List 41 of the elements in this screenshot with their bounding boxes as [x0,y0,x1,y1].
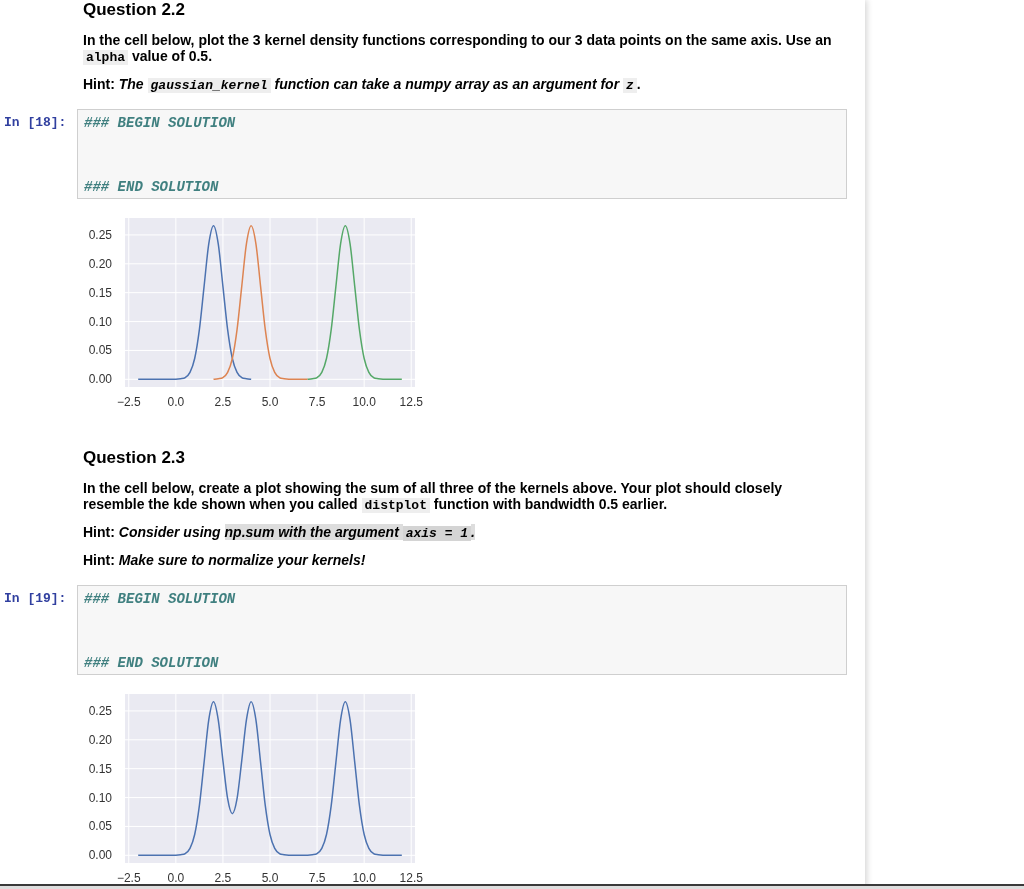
axis-tick-label: 12.5 [399,395,423,409]
axis-tick-label: 0.05 [88,343,112,358]
axis-tick-label: 0.05 [88,819,112,834]
paragraph-text: Hint: Make sure to normalize your kernels! [83,552,367,568]
paragraph-text: Hint: Consider using np.sum with the argument axis = 1 . [83,524,476,540]
axis-tick-label: 5.0 [261,871,279,885]
axis-tick-label: 7.5 [308,395,326,409]
axis-tick-label: 0.0 [167,871,185,885]
code-comment: ### END SOLUTION [84,178,219,197]
axis-tick-label: 7.5 [308,871,326,885]
axis-tick-label: 0.00 [88,848,112,863]
axis-tick-label: 0.10 [88,314,112,329]
axis-tick-label: 0.10 [88,790,112,805]
axis-tick-label: 0.20 [88,256,112,271]
axis-tick-label: 12.5 [399,871,423,885]
cell-prompt: In [19]: [3,590,68,607]
cell-prompt: In [18]: [3,114,68,131]
paragraph-text: In the cell below, create a plot showing the sum of all three of the kernels above. Your plot should closely resemble the kde shown when you called distplot function with bandwidth 0.5 earlier. [83,480,784,512]
axis-tick-label: 0.0 [167,395,185,409]
axis-tick-label: 10.0 [352,395,376,409]
code-editor[interactable]: ### BEGIN SOLUTION ### END SOLUTION [77,585,847,675]
question-heading: Question 2.2 [83,0,187,20]
axis-tick-label: 0.00 [88,372,112,387]
code-comment: ### BEGIN SOLUTION [84,114,236,133]
axis-tick-label: 5.0 [261,395,279,409]
axis-tick-label: 0.20 [88,732,112,747]
question-heading: Question 2.3 [83,448,187,468]
paragraph-text: In the cell below, plot the 3 kernel density functions corresponding to our 3 data points on the same axis. Use an alpha value of 0.5. [83,32,833,64]
axis-tick-label: 0.15 [88,285,112,300]
code-editor[interactable]: ### BEGIN SOLUTION ### END SOLUTION [77,109,847,199]
axis-tick-label: −2.5 [116,871,141,885]
axis-tick-label: 2.5 [214,395,232,409]
code-comment: ### END SOLUTION [84,654,219,673]
axis-tick-label: 0.25 [88,227,112,242]
axis-tick-label: −2.5 [116,395,141,409]
axis-tick-label: 0.25 [88,703,112,718]
axis-tick-label: 10.0 [352,871,376,885]
code-comment: ### BEGIN SOLUTION [84,590,236,609]
axis-tick-label: 2.5 [214,871,232,885]
axis-tick-label: 0.15 [88,761,112,776]
paragraph-text: Hint: The gaussian_kernel function can take a numpy array as an argument for z . [83,76,642,92]
